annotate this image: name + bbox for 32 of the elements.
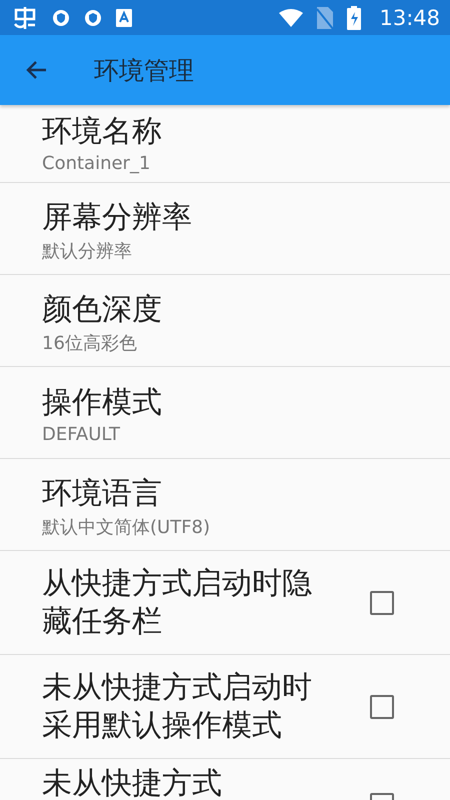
setting-title: 屏幕分辨率 — [42, 198, 193, 236]
setting-title: 颜色深度 — [42, 290, 163, 328]
setting-summary: Container_1 — [42, 153, 152, 174]
setting-title: 从快捷方式启动时隐藏任务栏 — [42, 564, 313, 640]
toolbar-title: 环境管理 — [94, 54, 194, 86]
checkbox[interactable] — [370, 590, 394, 614]
setting-row[interactable]: 操作模式 DEFAULT — [0, 367, 450, 459]
setting-row[interactable]: 从快捷方式启动时隐藏任务栏 — [0, 551, 450, 655]
setting-row[interactable]: 环境名称 Container_1 — [0, 105, 450, 183]
battery-charging-icon — [347, 6, 362, 30]
checkbox[interactable] — [370, 694, 394, 718]
setting-title: 操作模式 — [42, 384, 163, 422]
setting-title: 未从快捷方式 — [42, 765, 223, 800]
no-sim-icon — [317, 6, 334, 28]
setting-title: 未从快捷方式启动时采用默认操作模式 — [42, 668, 313, 744]
status-time: 13:48 — [379, 6, 440, 30]
setting-summary: 默认中文简体(UTF8) — [42, 516, 212, 538]
setting-title: 环境语言 — [42, 474, 163, 512]
app-icon — [116, 8, 132, 26]
setting-summary: 16位高彩色 — [42, 332, 138, 354]
shield-icon — [84, 8, 102, 26]
setting-row[interactable]: 屏幕分辨率 默认分辨率 — [0, 183, 450, 275]
shield-icon — [52, 8, 70, 26]
setting-row[interactable]: 环境语言 默认中文简体(UTF8) — [0, 459, 450, 551]
wifi-icon — [279, 8, 304, 26]
app-icon — [12, 6, 38, 30]
setting-summary: DEFAULT — [42, 424, 121, 445]
setting-summary: 默认分辨率 — [42, 240, 133, 262]
setting-row[interactable]: 颜色深度 16位高彩色 — [0, 275, 450, 367]
setting-row[interactable]: 未从快捷方式启动时采用默认操作模式 — [0, 655, 450, 759]
setting-row[interactable]: 未从快捷方式 — [0, 759, 450, 800]
setting-title: 环境名称 — [42, 113, 163, 151]
